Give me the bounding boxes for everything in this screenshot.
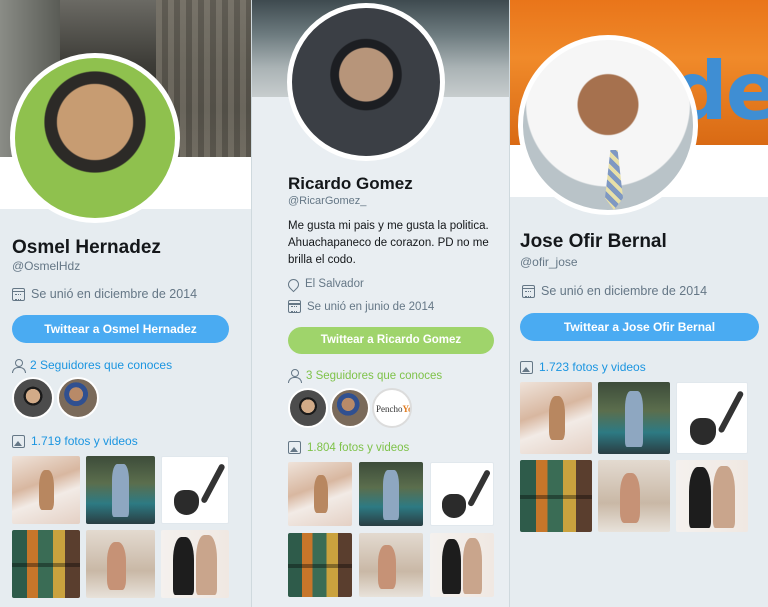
photos-videos-link[interactable]: 1.719 fotos y videos: [12, 434, 138, 448]
photos-videos-link[interactable]: 1.723 fotos y videos: [520, 360, 646, 374]
profile-handle[interactable]: @OsmelHdz: [12, 259, 80, 273]
image-icon: [520, 360, 533, 374]
avatar[interactable]: [518, 35, 698, 215]
profile-bio: Me gusta mi pais y me gusta la politica.…: [288, 220, 489, 266]
calendar-icon: [288, 300, 301, 313]
followers-you-know-text[interactable]: 2 Seguidores que conoces: [30, 358, 172, 372]
joined-text: Se unió en junio de 2014: [307, 300, 435, 313]
follower-avatar[interactable]: [57, 377, 99, 419]
tweet-to-button[interactable]: Twittear a Jose Ofir Bernal: [520, 313, 759, 341]
tie-graphic: [605, 150, 623, 210]
tweet-to-button[interactable]: Twittear a Ricardo Gomez: [288, 327, 494, 354]
profile-card-osmel: Osmel Hernadez @OsmelHdz Se unió en dici…: [0, 0, 251, 607]
joined-text: Se unió en diciembre de 2014: [541, 284, 708, 298]
follower-avatar[interactable]: PenchoYoda: [372, 388, 412, 428]
media-thumbnail[interactable]: [676, 382, 748, 454]
media-thumbnail[interactable]: [676, 460, 748, 532]
calendar-icon: [522, 284, 535, 298]
profile-card-ricardo: Ricardo Gomez @RicarGomez_ Me gusta mi p…: [251, 0, 510, 607]
profile-name[interactable]: Ricardo Gomez: [288, 174, 413, 194]
location-pin-icon: [285, 276, 302, 292]
photos-videos-text[interactable]: 1.723 fotos y videos: [539, 360, 646, 374]
person-icon: [288, 369, 302, 383]
media-thumbnail[interactable]: [12, 456, 80, 524]
location: El Salvador: [285, 276, 364, 292]
media-thumbnail[interactable]: [430, 462, 494, 526]
media-thumbnail[interactable]: [288, 462, 352, 526]
media-thumbnail[interactable]: [598, 460, 670, 532]
image-icon: [288, 441, 301, 454]
photos-videos-link[interactable]: 1.804 fotos y videos: [288, 441, 409, 454]
follower-brand-part2: Yoda: [402, 404, 412, 414]
joined-date: Se unió en diciembre de 2014: [522, 284, 707, 298]
profile-card-jose: de Jose Ofir Bernal @ofir_jose Se unió e…: [510, 0, 768, 607]
media-thumbnail[interactable]: [359, 533, 423, 597]
media-thumbnail[interactable]: [86, 456, 155, 524]
media-thumbnail[interactable]: [598, 382, 670, 454]
location-text: El Salvador: [305, 278, 364, 290]
media-thumbnail[interactable]: [520, 460, 592, 532]
followers-you-know-link[interactable]: 3 Seguidores que conoces: [288, 369, 442, 383]
follower-brand-logo: PenchoYoda: [376, 404, 412, 414]
followers-you-know-link[interactable]: 2 Seguidores que conoces: [12, 358, 172, 373]
person-icon: [12, 358, 26, 373]
media-thumbnail[interactable]: [520, 382, 592, 454]
profile-name[interactable]: Jose Ofir Bernal: [520, 231, 667, 253]
profile-name[interactable]: Osmel Hernadez: [12, 237, 161, 259]
tweet-to-button[interactable]: Twittear a Osmel Hernadez: [12, 315, 229, 343]
media-thumbnail[interactable]: [359, 462, 423, 526]
follower-avatar[interactable]: [330, 388, 370, 428]
profile-comparison: Osmel Hernadez @OsmelHdz Se unió en dici…: [0, 0, 768, 607]
profile-handle[interactable]: @RicarGomez_: [288, 195, 366, 207]
media-thumbnail[interactable]: [12, 530, 80, 598]
photos-videos-text[interactable]: 1.719 fotos y videos: [31, 434, 138, 448]
follower-brand-part1: Pencho: [376, 404, 403, 414]
media-thumbnail[interactable]: [288, 533, 352, 597]
image-icon: [12, 434, 25, 448]
followers-you-know-text[interactable]: 3 Seguidores que conoces: [306, 370, 442, 382]
media-thumbnail[interactable]: [430, 533, 494, 597]
photos-videos-text[interactable]: 1.804 fotos y videos: [307, 442, 409, 454]
media-thumbnail[interactable]: [161, 530, 229, 598]
media-thumbnail[interactable]: [161, 456, 229, 524]
media-thumbnail[interactable]: [86, 530, 155, 598]
calendar-icon: [12, 287, 25, 301]
profile-handle[interactable]: @ofir_jose: [520, 255, 578, 269]
avatar[interactable]: [287, 3, 445, 161]
joined-date: Se unió en diciembre de 2014: [12, 287, 197, 301]
follower-avatar[interactable]: [12, 377, 54, 419]
avatar[interactable]: [10, 53, 180, 223]
follower-avatar[interactable]: [288, 388, 328, 428]
joined-date: Se unió en junio de 2014: [288, 300, 434, 313]
joined-text: Se unió en diciembre de 2014: [31, 287, 198, 301]
